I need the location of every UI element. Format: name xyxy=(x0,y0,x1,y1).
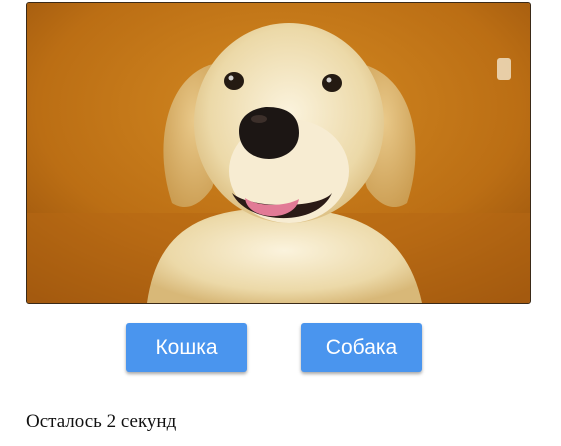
dog-answer-button[interactable]: Собака xyxy=(301,323,422,372)
cat-answer-button[interactable]: Кошка xyxy=(126,323,247,372)
dog-illustration xyxy=(27,3,530,303)
time-remaining-text: Осталось 2 секунд xyxy=(26,411,177,432)
quiz-photo xyxy=(26,2,531,304)
